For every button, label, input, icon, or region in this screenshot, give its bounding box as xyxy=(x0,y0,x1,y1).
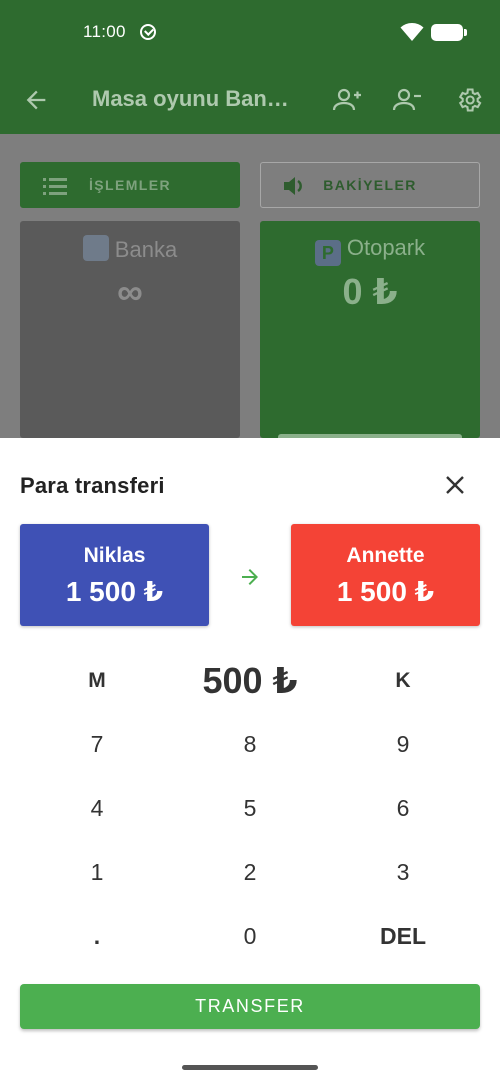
bank-icon xyxy=(82,235,109,261)
key-0[interactable]: 0 xyxy=(190,911,310,961)
sender-name: Niklas xyxy=(83,544,146,567)
key-k[interactable]: K xyxy=(343,656,463,706)
arrow-right-icon xyxy=(242,569,258,585)
app-title: Masa oyunu Ban… xyxy=(92,86,289,111)
key-6[interactable]: 6 xyxy=(343,783,463,833)
back-arrow-icon[interactable] xyxy=(22,86,50,114)
key-2[interactable]: 2 xyxy=(190,847,310,897)
key-dot[interactable]: . xyxy=(37,911,157,961)
receiver-amount: 1 500 ₺ xyxy=(336,576,435,607)
parking-icon: P xyxy=(314,240,341,266)
key-1[interactable]: 1 xyxy=(37,847,157,897)
key-4[interactable]: 4 xyxy=(37,783,157,833)
battery-icon xyxy=(431,24,467,41)
bank-name: Banka xyxy=(114,237,178,262)
sender-amount: 1 500 ₺ xyxy=(65,576,164,607)
transfer-button[interactable]: TRANSFER xyxy=(20,984,480,1029)
balances-label: BAKİYELER xyxy=(323,177,417,193)
key-m[interactable]: M xyxy=(37,656,157,706)
key-del[interactable]: DEL xyxy=(343,911,463,961)
status-time: 11:00 xyxy=(83,22,126,41)
status-bar: 11:00 xyxy=(0,0,500,66)
wifi-icon xyxy=(400,23,424,41)
key-9[interactable]: 9 xyxy=(343,719,463,769)
settings-gear-icon[interactable] xyxy=(455,86,483,114)
download-icon xyxy=(140,24,156,40)
key-5[interactable]: 5 xyxy=(190,783,310,833)
key-3[interactable]: 3 xyxy=(343,847,463,897)
key-7[interactable]: 7 xyxy=(37,719,157,769)
amount-display: 500 ₺ xyxy=(202,660,298,701)
balances-button[interactable]: BAKİYELER xyxy=(260,162,480,208)
app-bar: Masa oyunu Ban… xyxy=(0,66,500,134)
key-8[interactable]: 8 xyxy=(190,719,310,769)
volume-icon xyxy=(284,177,302,195)
bank-card[interactable]: Banka ∞ xyxy=(20,221,240,438)
add-person-icon[interactable] xyxy=(332,86,362,114)
transfer-sheet: Para transferi Niklas 1 500 ₺ Annette 1 … xyxy=(0,438,500,1083)
close-icon[interactable] xyxy=(442,472,468,498)
operations-button[interactable]: İŞLEMLER xyxy=(20,162,240,208)
parking-amount: 0 ₺ xyxy=(342,271,398,312)
receiver-name: Annette xyxy=(346,544,425,567)
parking-card[interactable]: P Otopark 0 ₺ xyxy=(260,221,480,438)
receiver-card[interactable]: Annette 1 500 ₺ xyxy=(291,524,480,626)
remove-person-icon[interactable] xyxy=(392,86,422,114)
bank-amount: ∞ xyxy=(117,271,143,312)
gesture-nav-bar[interactable] xyxy=(182,1065,318,1070)
operations-label: İŞLEMLER xyxy=(89,177,171,193)
parking-name: Otopark xyxy=(346,235,426,260)
sender-card[interactable]: Niklas 1 500 ₺ xyxy=(20,524,209,626)
sheet-title: Para transferi xyxy=(20,473,165,498)
list-icon xyxy=(43,178,67,195)
